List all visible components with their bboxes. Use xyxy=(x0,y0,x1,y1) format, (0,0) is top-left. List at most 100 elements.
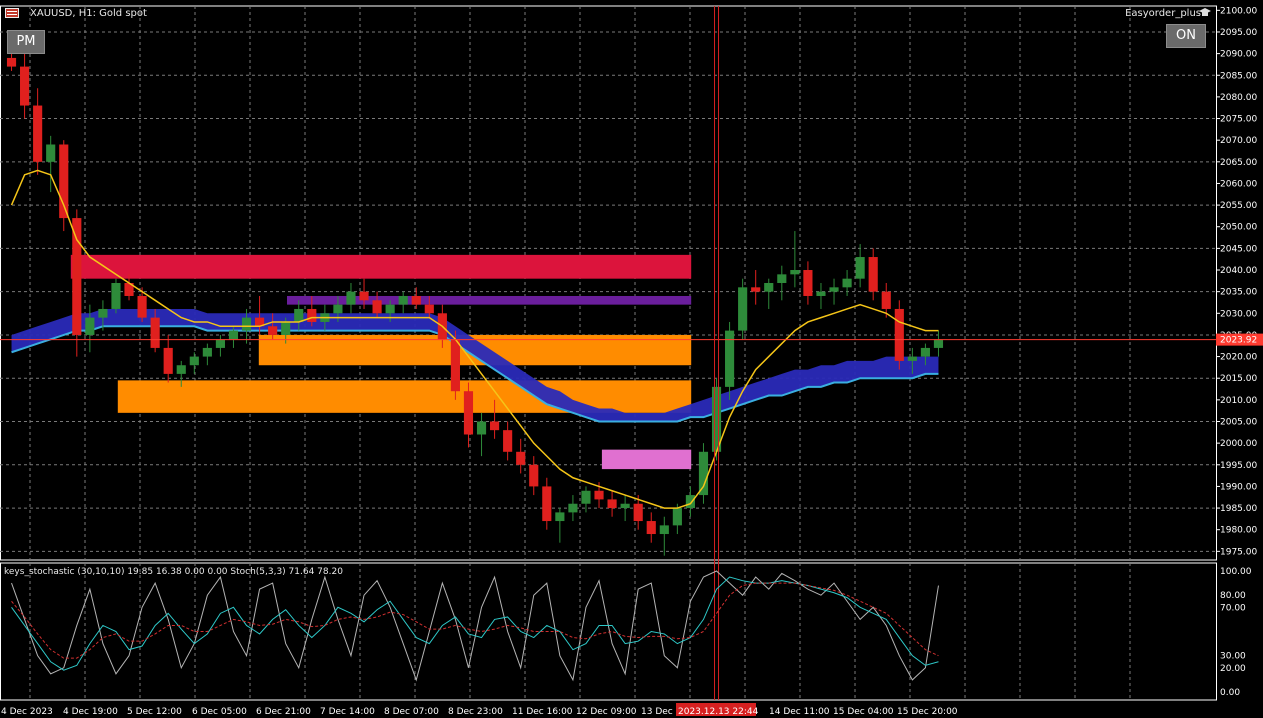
stoch-red xyxy=(11,582,939,659)
candle-body xyxy=(725,330,735,387)
candle-body xyxy=(829,287,839,292)
candle-body xyxy=(33,105,43,162)
candle-body xyxy=(594,490,604,500)
candle-body xyxy=(894,308,904,361)
candle-body xyxy=(385,304,395,314)
osc-tick-label: 0.00 xyxy=(1220,688,1240,698)
candle-body xyxy=(855,257,865,279)
price-tick-label: 1990.00 xyxy=(1220,482,1257,492)
price-tick-label: 2090.00 xyxy=(1220,50,1257,60)
candle-body xyxy=(816,291,826,296)
candle-body xyxy=(764,283,774,292)
osc-tick-label: 70.00 xyxy=(1220,603,1246,613)
cursor-time-label: 2023.12.13 22:44 xyxy=(678,707,759,717)
chart-canvas[interactable]: 2100.00 2095.00 2090.00 2085.00 2080.00 2075.… xyxy=(0,0,1263,718)
candle-body xyxy=(646,521,656,535)
candle-body xyxy=(398,295,408,305)
candle-body xyxy=(137,295,147,318)
candle-body xyxy=(920,347,930,357)
candle-body xyxy=(372,300,382,314)
candle-body xyxy=(98,308,108,318)
candle-body xyxy=(581,490,591,504)
stoch-main xyxy=(11,570,939,682)
time-tick-label: 13 Dec 0 xyxy=(641,707,682,717)
price-tick-label: 2080.00 xyxy=(1220,93,1257,103)
candle-body xyxy=(176,365,186,374)
candle-body xyxy=(281,321,291,335)
candle-body xyxy=(672,508,682,526)
price-tick-label: 2045.00 xyxy=(1220,244,1257,254)
candle-body xyxy=(268,326,278,335)
candle-body xyxy=(450,339,460,392)
chart-menu-icon[interactable] xyxy=(5,8,19,18)
candle-body xyxy=(476,421,487,435)
time-tick-label: 11 Dec 16:00 xyxy=(512,707,573,717)
candle-body xyxy=(529,464,539,487)
price-tick-label: 2005.00 xyxy=(1220,418,1257,428)
candle-body xyxy=(633,503,643,522)
osc-tick-label: 100.00 xyxy=(1220,567,1252,577)
on-button[interactable]: ON xyxy=(1166,24,1206,48)
price-tick-label: 1980.00 xyxy=(1220,526,1257,536)
candle-body xyxy=(424,304,434,314)
price-tick-label: 2035.00 xyxy=(1220,288,1257,298)
zone-red xyxy=(70,254,692,279)
candle-body xyxy=(503,430,513,452)
price-tick-label: 2085.00 xyxy=(1220,71,1257,81)
candle-body xyxy=(163,347,173,374)
candle-body xyxy=(72,218,82,335)
candle-body xyxy=(933,339,944,348)
time-tick-label: 15 Dec 20:00 xyxy=(897,707,958,717)
osc-tick-label: 30.00 xyxy=(1220,652,1246,662)
price-tick-label: 2060.00 xyxy=(1220,179,1257,189)
price-tick-label: 2040.00 xyxy=(1220,266,1257,276)
candle-body xyxy=(85,317,95,335)
time-tick-label: 5 Dec 12:00 xyxy=(127,707,182,717)
osc-tick-label: 80.00 xyxy=(1220,591,1246,601)
candle-body xyxy=(490,421,500,431)
candle-body xyxy=(907,356,917,361)
candle-body xyxy=(607,499,617,509)
price-tick-label: 2015.00 xyxy=(1220,374,1257,384)
price-tick-label: 1975.00 xyxy=(1220,547,1257,557)
candle-body xyxy=(6,57,17,67)
time-tick-label: 7 Dec 14:00 xyxy=(320,707,375,717)
candle-body xyxy=(463,391,474,435)
candle-body xyxy=(568,503,578,513)
main-pane-frame xyxy=(0,5,1217,561)
price-tick-label: 2050.00 xyxy=(1220,223,1257,233)
candle-body xyxy=(241,317,252,331)
time-tick-label: 14 Dec 11:00 xyxy=(769,707,830,717)
candle-body xyxy=(659,525,669,535)
zone-orange2 xyxy=(117,380,692,413)
time-tick-label: 8 Dec 07:00 xyxy=(384,707,439,717)
candle-body xyxy=(842,278,852,288)
candle-body xyxy=(228,330,239,340)
time-tick-label: 6 Dec 05:00 xyxy=(192,707,247,717)
candle-body xyxy=(189,356,199,366)
expert-hat-icon xyxy=(1199,8,1211,16)
candle-body xyxy=(777,274,787,283)
candle-body xyxy=(790,270,800,275)
price-tick-label: 2000.00 xyxy=(1220,439,1257,449)
pm-button[interactable]: PM xyxy=(7,30,45,54)
candle-body xyxy=(111,283,121,309)
price-tick-label: 2020.00 xyxy=(1220,353,1257,363)
candle-body xyxy=(516,451,526,465)
candle-body xyxy=(555,512,565,522)
candle-body xyxy=(698,451,709,496)
indicator-label: keys_stochastic (30,10,10) 19.85 16.38 0… xyxy=(4,567,343,577)
candle-body xyxy=(803,270,813,296)
candle-body xyxy=(150,317,160,348)
candle-body xyxy=(202,347,212,357)
time-tick-label: 8 Dec 23:00 xyxy=(448,707,503,717)
candle-body xyxy=(46,144,56,162)
candle-body xyxy=(685,495,695,509)
zone-pink xyxy=(601,449,692,470)
candle-body xyxy=(215,339,225,348)
time-tick-label: 4 Dec 19:00 xyxy=(63,707,118,717)
price-tick-label: 2055.00 xyxy=(1220,201,1257,211)
candle-body xyxy=(359,291,369,301)
price-tick-label: 2100.00 xyxy=(1220,6,1257,16)
time-tick-label: 15 Dec 04:00 xyxy=(833,707,894,717)
